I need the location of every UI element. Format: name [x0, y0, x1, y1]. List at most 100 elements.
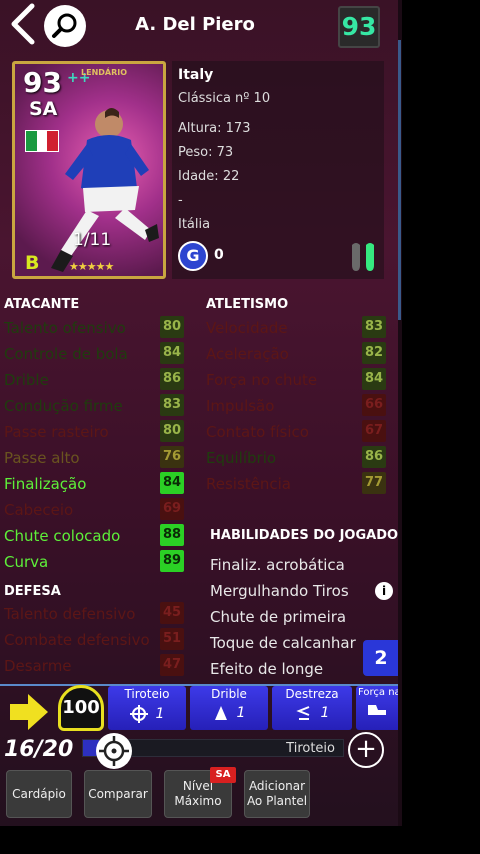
stat-row: Passe alto 76 [4, 446, 184, 470]
stat-row: Curva 89 [4, 550, 184, 574]
preferred-foot-icon [352, 243, 374, 271]
stat-label: Talento ofensivo [4, 319, 126, 337]
stat-value: 76 [160, 446, 184, 468]
stat-row: Velocidade 83 [206, 316, 386, 340]
card-stars: ★★★★★ [69, 260, 114, 273]
g-coin-icon: G [178, 241, 208, 271]
stat-row: Controle de bola 84 [4, 342, 184, 366]
stat-label: Chute colocado [4, 527, 121, 545]
progress-fraction: 16/20 [4, 737, 74, 762]
target-button[interactable] [96, 733, 132, 769]
stat-row: Força no chute 84 [206, 368, 386, 392]
skill-item[interactable]: Finaliz. acrobática [210, 556, 345, 574]
player-detail-screen: A. Del Piero 93 93 ++ LENDÁRIO SA 1/11 B… [0, 0, 398, 826]
stat-value: 86 [160, 368, 184, 390]
dribble-icon [214, 706, 227, 720]
stat-row: Condução firme 83 [4, 394, 184, 418]
attack-section-title: ATACANTE [4, 297, 80, 312]
menu-button[interactable]: Cardápio [6, 770, 72, 818]
arrow-right-icon [10, 694, 48, 730]
compare-button[interactable]: Comparar [84, 770, 152, 818]
stat-value: 83 [160, 394, 184, 416]
stat-label: Cabeceio [4, 501, 74, 519]
max-level-badge: SA [210, 767, 236, 783]
stat-label: Contato físico [206, 423, 309, 441]
stat-value: 67 [362, 420, 386, 442]
search-button[interactable] [44, 5, 86, 47]
stat-row: Finalização 84 [4, 472, 184, 496]
stat-label: Aceleração [206, 345, 289, 363]
training-label: Destreza [285, 687, 339, 701]
stat-value: 89 [160, 550, 184, 572]
stat-label: Finalização [4, 475, 87, 493]
player-card[interactable]: 93 ++ LENDÁRIO SA 1/11 B ★★★★★ [12, 61, 166, 279]
search-icon [52, 13, 77, 38]
scrollbar[interactable] [398, 0, 402, 826]
more-skills-button[interactable]: 2 [363, 640, 398, 676]
progress-label: Tiroteio [286, 741, 335, 756]
player-info-panel: Italy Clássica nº 10 Altura: 173 Peso: 7… [172, 61, 384, 279]
stat-value: 84 [362, 368, 386, 390]
stat-row: Contato físico 67 [206, 420, 386, 444]
training-button-shooting[interactable]: Tiroteio 1 [108, 686, 186, 730]
stat-row: Combate defensivo 51 [4, 628, 184, 652]
stat-value: 66 [362, 394, 386, 416]
card-position: SA [29, 98, 58, 120]
card-level: 1/11 [73, 230, 112, 250]
crosshair-icon [99, 736, 129, 766]
defense-section-title: DEFESA [4, 584, 61, 599]
card-legend-label: LENDÁRIO [81, 68, 128, 77]
training-button-dribble[interactable]: Drible 1 [190, 686, 268, 730]
stat-row: Aceleração 82 [206, 342, 386, 366]
stat-value: 84 [160, 472, 184, 494]
stat-value: 51 [160, 628, 184, 650]
stat-label: Drible [4, 371, 49, 389]
classic-label: Clássica nº 10 [178, 91, 271, 106]
boot-icon [368, 705, 386, 715]
skill-item[interactable]: Chute de primeira [210, 608, 346, 626]
progress-points-gauge: 100 [58, 685, 104, 731]
stat-label: Força no chute [206, 371, 318, 389]
stat-row: Passe rasteiro 80 [4, 420, 184, 444]
skill-item[interactable]: Efeito de longe [210, 660, 323, 678]
skill-item[interactable]: Mergulhando Tiros [210, 582, 349, 600]
add-to-squad-button[interactable]: Adicionar Ao Plantel [244, 770, 310, 818]
stat-row: Chute colocado 88 [4, 524, 184, 548]
age-label: Idade: 22 [178, 169, 240, 184]
stat-row: Desarme 47 [4, 654, 184, 678]
training-value: 1 [320, 705, 330, 721]
stat-label: Resistência [206, 475, 291, 493]
skills-title: HABILIDADES DO JOGADOR [210, 528, 398, 543]
training-button-kick-power[interactable]: Força nas [356, 686, 398, 730]
training-label: Força nas [358, 687, 398, 698]
stat-label: Passe alto [4, 449, 80, 467]
back-arrow-icon[interactable] [6, 2, 40, 46]
stat-row: Impulsão 66 [206, 394, 386, 418]
add-point-button[interactable]: + [348, 732, 384, 768]
athletic-section-title: ATLETISMO [206, 297, 289, 312]
stat-row: Drible 86 [4, 368, 184, 392]
stat-label: Passe rasteiro [4, 423, 109, 441]
club-label: - [178, 193, 183, 208]
stat-label: Talento defensivo [4, 605, 136, 623]
nationality-label: Itália [178, 217, 211, 232]
card-overall: 93 [23, 66, 62, 99]
stat-label: Velocidade [206, 319, 288, 337]
skill-item[interactable]: Toque de calcanhar [210, 634, 356, 652]
stat-value: 82 [362, 342, 386, 364]
training-value: 1 [155, 706, 165, 722]
top-bar: A. Del Piero 93 [0, 0, 398, 52]
scroll-thumb[interactable] [398, 40, 401, 320]
stat-label: Curva [4, 553, 49, 571]
stat-value: 80 [160, 316, 184, 338]
stat-row: Talento defensivo 45 [4, 602, 184, 626]
stat-value: 77 [362, 472, 386, 494]
stat-value: 45 [160, 602, 184, 624]
info-icon[interactable]: i [375, 582, 393, 600]
stat-label: Combate defensivo [4, 631, 150, 649]
stat-value: 83 [362, 316, 386, 338]
training-button-dexterity[interactable]: Destreza 1 [272, 686, 352, 730]
weight-label: Peso: 73 [178, 145, 234, 160]
nation-name: Italy [178, 67, 214, 83]
plus-icon: + [355, 734, 377, 764]
